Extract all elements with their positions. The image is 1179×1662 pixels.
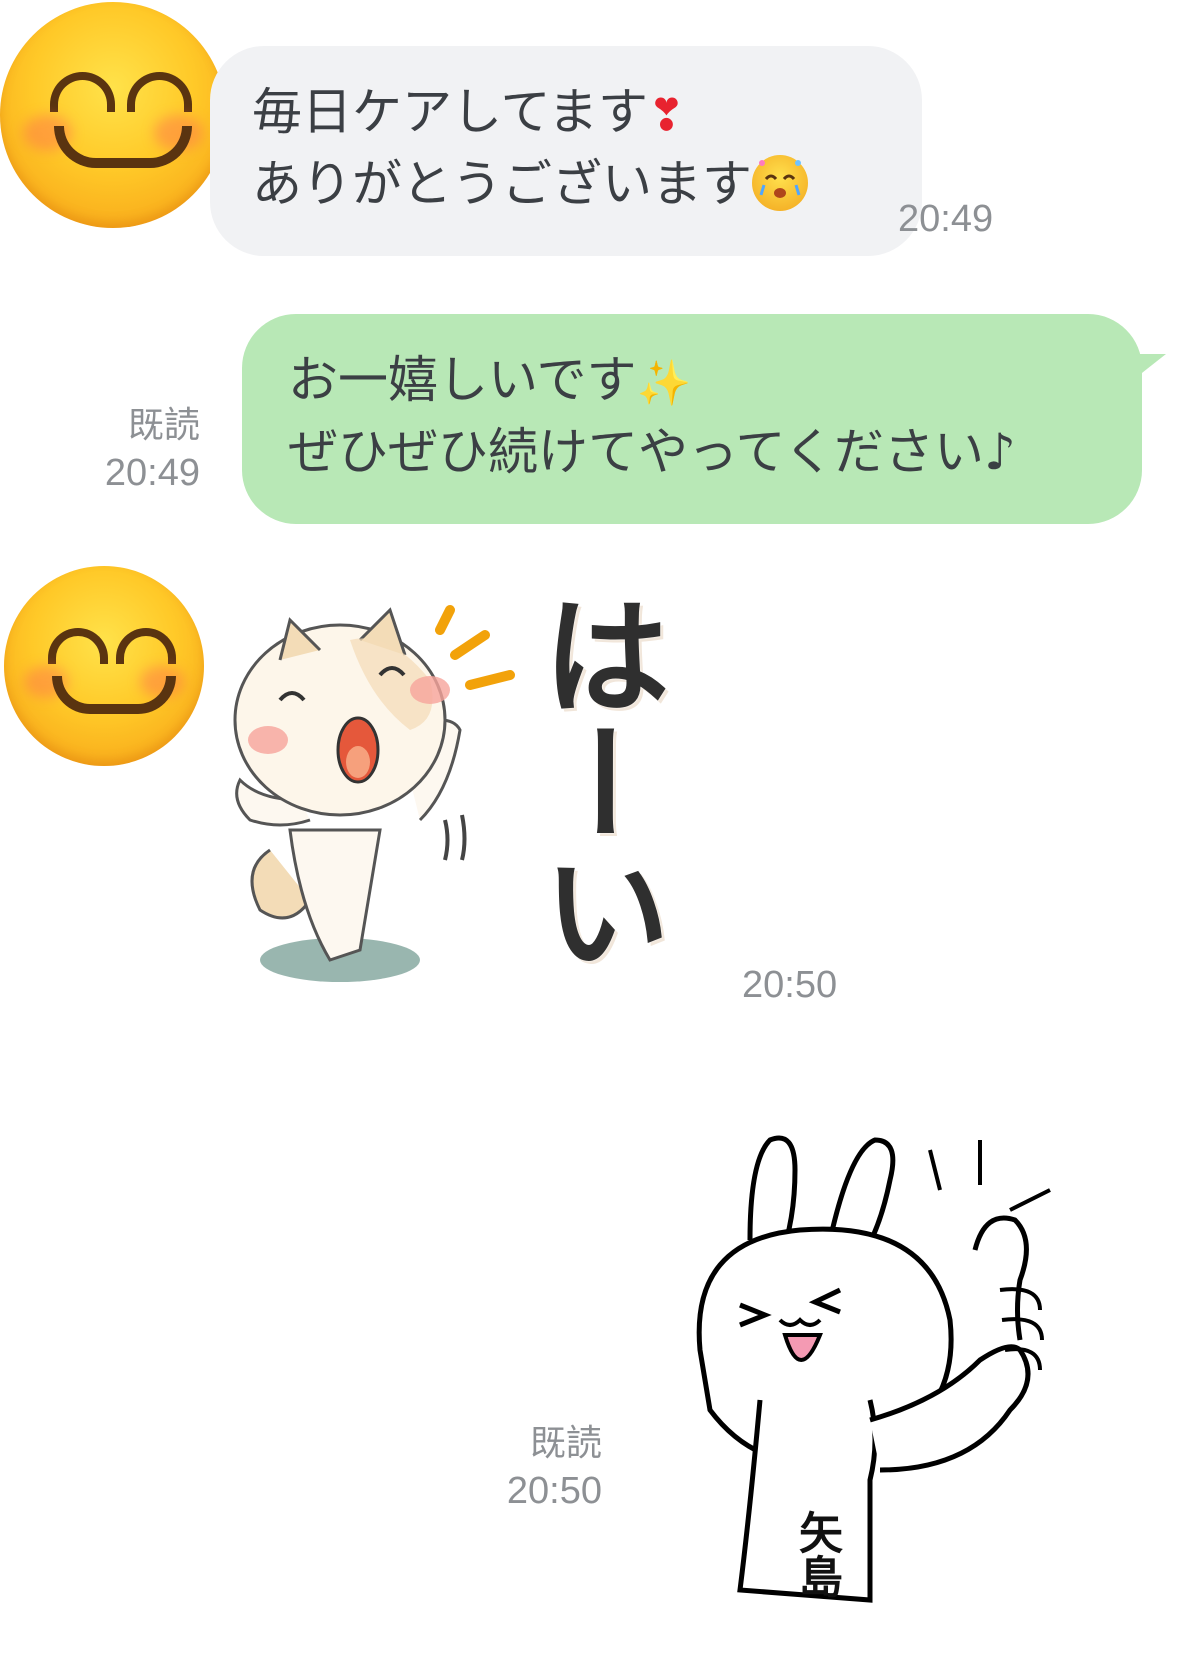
message-text: ありがとうございます: [252, 154, 752, 213]
message-timestamp: 20:50: [506, 1469, 602, 1512]
outgoing-message-bubble[interactable]: お一嬉しいです✨ ぜひぜひ続けてやってください♪: [242, 314, 1166, 524]
message-line: ぜひぜひ続けてやってください♪: [288, 418, 1096, 486]
read-receipt: 既読 20:50: [498, 1420, 602, 1516]
rabbit-sticker[interactable]: 矢島: [680, 1130, 1140, 1630]
cat-sticker[interactable]: はーい: [230, 590, 750, 1040]
sparkles-icon: ✨: [636, 357, 692, 409]
heart-exclamation-icon: ❣: [648, 89, 685, 141]
message-timestamp: 20:50: [742, 964, 838, 1006]
cat-illustration-icon: [233, 605, 515, 982]
read-receipt: 既読 20:49: [96, 402, 200, 498]
message-line: お一嬉しいです✨: [288, 346, 1096, 418]
message-timestamp: 20:49: [898, 198, 994, 240]
message-timestamp: 20:49: [104, 451, 200, 494]
avatar-smiling-face-icon[interactable]: [4, 566, 204, 766]
message-line: ありがとうございます: [252, 150, 880, 218]
rabbit-thumbs-up-icon: [696, 1135, 1051, 1603]
message-text: ぜひぜひ続けてやってください♪: [288, 422, 1016, 481]
message-text: お一嬉しいです: [288, 351, 637, 409]
grateful-face-icon: [752, 154, 808, 211]
message-line: 毎日ケアしてます❣: [252, 78, 880, 150]
chat-screen: 毎日ケアしてます❣ ありがとうございます 20:49 既読 20:49 お一嬉し…: [0, 0, 1179, 1662]
name-tag-text: 矢島: [791, 1510, 842, 1598]
message-text: 毎日ケアしてます: [252, 83, 648, 141]
read-label: 既読: [529, 1422, 602, 1463]
incoming-message-bubble[interactable]: 毎日ケアしてます❣ ありがとうございます: [210, 46, 922, 256]
read-label: 既読: [127, 404, 200, 445]
avatar-smiling-face-icon[interactable]: [0, 2, 226, 228]
sticker-text: はーい: [520, 590, 669, 974]
